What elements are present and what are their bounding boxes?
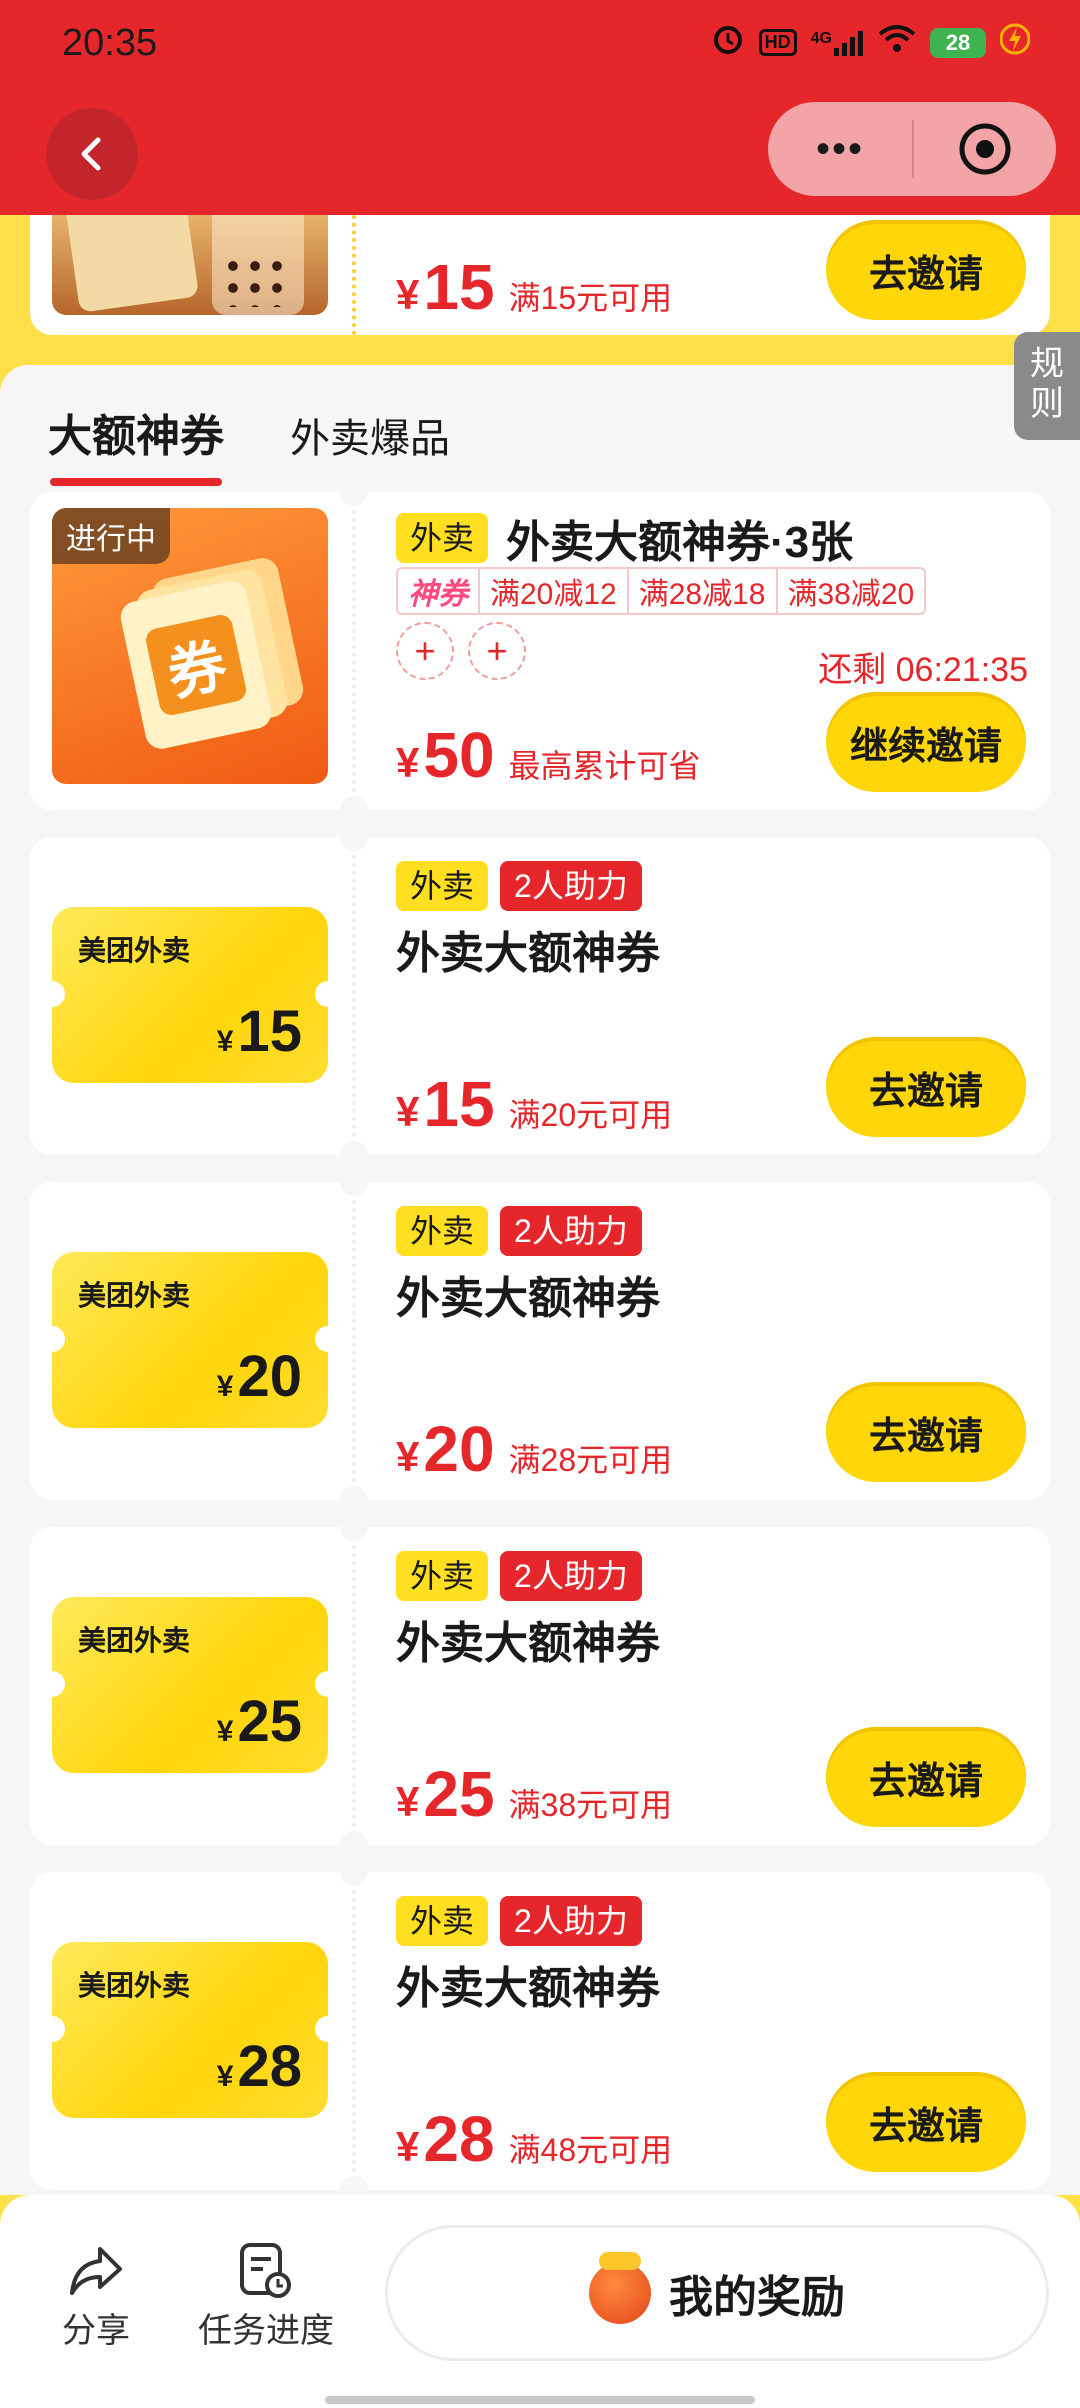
- god-coupon-label: 神券: [408, 578, 468, 611]
- assist-tag: 2人助力: [500, 1551, 642, 1601]
- hd-icon: HD: [758, 29, 797, 56]
- share-button[interactable]: 分享: [62, 2239, 130, 2352]
- card-divider: [340, 1858, 368, 2204]
- coupon-card: 美团外卖 ¥25 外卖 2人助力 外卖大额神券 ¥ 25 满38元可用 去邀请: [30, 1513, 1050, 1859]
- coupon-ticket: 美团外卖 ¥25: [39, 1597, 341, 1773]
- more-button[interactable]: •••: [768, 127, 912, 172]
- price: ¥ 15 满15元可用: [396, 251, 673, 323]
- card-divider: [340, 1513, 368, 1859]
- invite-button[interactable]: 去邀请: [826, 1382, 1026, 1482]
- assist-tag: 2人助力: [500, 861, 642, 911]
- my-rewards-label: 我的奖励: [669, 2273, 845, 2322]
- charging-icon: [999, 22, 1031, 63]
- coupon-card: 美团外卖 ¥28 外卖 2人助力 外卖大额神券 ¥ 28 满48元可用 去邀请: [30, 1858, 1050, 2204]
- featured-coupon-card: 券 进行中 外卖 外卖大额神券·3张 神券 满20减12 满28减18 满38减…: [30, 478, 1050, 824]
- price: ¥ 28 满48元可用: [396, 2103, 673, 2175]
- card-divider: [340, 478, 368, 824]
- price: ¥ 25 满38元可用: [396, 1758, 673, 1830]
- category-tag: 外卖: [396, 1896, 489, 1946]
- category-tabs: 大额神券 外卖爆品: [48, 400, 450, 486]
- target-icon: [959, 123, 1011, 175]
- coupon-value: ¥28: [216, 2034, 302, 2099]
- status-badge: 进行中: [52, 508, 170, 564]
- coupon-ticket: 美团外卖 ¥15: [39, 907, 341, 1083]
- promo-item: 满28减18: [626, 569, 776, 613]
- status-icons: HD 4G 28: [711, 22, 1031, 63]
- battery-icon: 28: [930, 27, 986, 58]
- promo-item: 满20减12: [478, 569, 627, 613]
- assist-tag: 2人助力: [500, 1896, 642, 1946]
- home-indicator: [325, 2396, 755, 2404]
- coupon-brand: 美团外卖: [78, 1970, 191, 2001]
- card-title: 外卖大额神券: [396, 929, 660, 978]
- task-progress-button[interactable]: 任务进度: [198, 2239, 334, 2352]
- task-list-icon: [198, 2239, 334, 2303]
- assist-tag: 2人助力: [500, 1206, 642, 1256]
- mini-program-capsule: •••: [768, 102, 1056, 196]
- invite-button[interactable]: 去邀请: [826, 1037, 1026, 1137]
- invite-button[interactable]: 去邀请: [826, 2072, 1026, 2172]
- invite-slot[interactable]: +: [468, 622, 526, 680]
- invite-button[interactable]: 去邀请: [826, 1727, 1026, 1827]
- coupon-bundle-image: 券 进行中: [52, 508, 328, 784]
- ticket-icon: 券: [117, 578, 275, 752]
- category-tag: 外卖: [396, 1551, 489, 1601]
- category-tag: 外卖: [396, 861, 489, 911]
- card-title: 外卖大额神券: [396, 1964, 660, 2013]
- status-bar: 20:35 HD 4G 28: [0, 0, 1080, 90]
- card-divider: [340, 1168, 368, 1514]
- treasure-pot-icon: [589, 2252, 651, 2324]
- bottom-bar: 分享 任务进度 我的奖励: [0, 2195, 1080, 2408]
- tab-delivery-hot[interactable]: 外卖爆品: [290, 406, 450, 464]
- share-icon: [62, 2239, 130, 2303]
- card-title: 外卖大额神券: [396, 1274, 660, 1323]
- coupon-card: 美团外卖 ¥20 外卖 2人助力 外卖大额神券 ¥ 20 满28元可用 去邀请: [30, 1168, 1050, 1514]
- alarm-icon: [711, 22, 745, 63]
- category-tag: 外卖: [396, 1206, 489, 1256]
- invite-slot[interactable]: +: [396, 622, 454, 680]
- status-time: 20:35: [62, 22, 158, 64]
- card-title: 外卖大额神券: [396, 1619, 660, 1668]
- coupon-card: 美团外卖 ¥15 外卖 2人助力 外卖大额神券 ¥ 15 满20元可用 去邀请: [30, 823, 1050, 1169]
- price: ¥ 20 满28元可用: [396, 1413, 673, 1485]
- price: ¥ 15 满20元可用: [396, 1068, 673, 1140]
- tab-big-coupons[interactable]: 大额神券: [48, 400, 224, 486]
- card-divider: [340, 823, 368, 1169]
- task-progress-label: 任务进度: [198, 2312, 334, 2350]
- partial-reward-card: ¥ 15 满15元可用 去邀请: [30, 215, 1050, 335]
- my-rewards-button[interactable]: 我的奖励: [385, 2225, 1049, 2361]
- share-label: 分享: [62, 2312, 130, 2350]
- wifi-icon: [878, 24, 916, 61]
- card-title: 外卖大额神券·3张: [506, 518, 854, 567]
- promo-strip: 神券 满20减12 满28减18 满38减20: [396, 567, 927, 615]
- back-button[interactable]: [46, 108, 138, 200]
- card-divider: [352, 215, 356, 335]
- milk-tea-thumbnail: [52, 215, 328, 315]
- promo-item: 满38减20: [775, 569, 925, 613]
- coupon-value: ¥25: [216, 1689, 302, 1754]
- price: ¥ 50 最高累计可省: [396, 719, 701, 791]
- coupon-brand: 美团外卖: [78, 1280, 191, 1311]
- coupon-ticket: 美团外卖 ¥20: [39, 1252, 341, 1428]
- rules-tab[interactable]: 规则: [1014, 332, 1080, 440]
- invite-button[interactable]: 去邀请: [826, 220, 1026, 320]
- coupon-value: ¥15: [216, 999, 302, 1064]
- countdown-timer: 还剩 06:21:35: [818, 651, 1028, 689]
- coupon-brand: 美团外卖: [78, 935, 191, 966]
- chevron-left-icon: [81, 137, 101, 171]
- signal-icon: 4G: [811, 30, 864, 56]
- close-button[interactable]: [914, 121, 1056, 177]
- nav-bar: •••: [0, 90, 1080, 215]
- continue-invite-button[interactable]: 继续邀请: [826, 692, 1026, 792]
- coupon-value: ¥20: [216, 1344, 302, 1409]
- coupon-brand: 美团外卖: [78, 1625, 191, 1656]
- category-tag: 外卖: [396, 513, 489, 563]
- coupon-ticket: 美团外卖 ¥28: [39, 1942, 341, 2118]
